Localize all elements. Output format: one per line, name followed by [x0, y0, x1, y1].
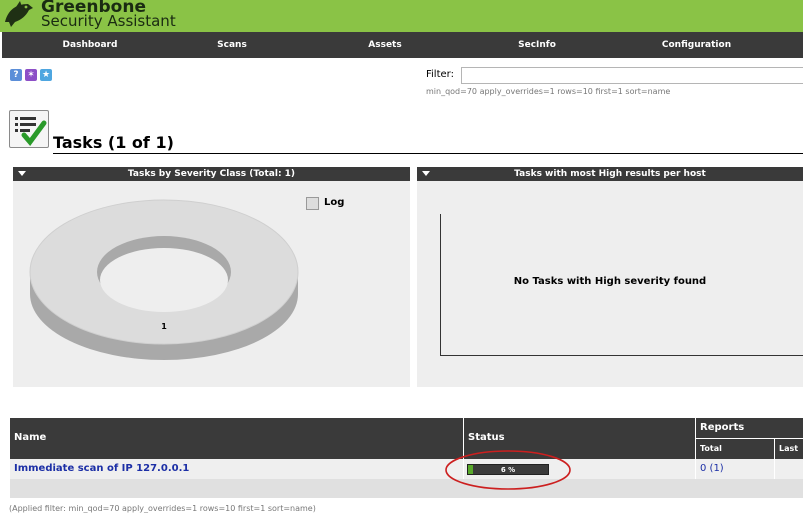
severity-donut-chart: 1 — [29, 199, 299, 360]
chart-x-axis — [440, 355, 803, 356]
greenbone-dragon-logo-icon — [5, 1, 33, 27]
brand-subtitle: Security Assistant — [41, 12, 176, 30]
severity-panel-header: Tasks by Severity Class (Total: 1) — [13, 167, 410, 181]
severity-panel-title: Tasks by Severity Class (Total: 1) — [127, 169, 296, 179]
high-results-panel-title: Tasks with most High results per host — [514, 169, 706, 179]
no-high-tasks-message: No Tasks with High severity found — [513, 276, 707, 287]
filter-label: Filter: — [426, 69, 454, 80]
donut-slice-label: 1 — [161, 322, 167, 331]
column-header-reports-last[interactable]: Last — [775, 439, 803, 459]
high-results-panel-header: Tasks with most High results per host — [417, 167, 803, 181]
column-separator — [774, 459, 775, 479]
nav-dashboard[interactable]: Dashboard — [2, 40, 178, 50]
new-task-star-icon[interactable]: ★ — [40, 69, 52, 81]
help-icon[interactable]: ? — [10, 69, 22, 81]
main-nav: Dashboard Scans Assets SecInfo Configura… — [2, 32, 803, 58]
applied-filter-footer: (Applied filter: min_qod=70 apply_overri… — [9, 504, 316, 513]
column-separator — [695, 459, 696, 479]
task-reports-link[interactable]: 0 (1) — [700, 463, 724, 474]
legend-swatch-log — [306, 197, 319, 210]
donut-hole — [100, 248, 228, 312]
nav-configuration[interactable]: Configuration — [590, 40, 803, 50]
collapse-caret-icon[interactable] — [422, 171, 430, 176]
title-divider — [53, 153, 803, 154]
filter-input[interactable] — [461, 67, 803, 84]
nav-assets[interactable]: Assets — [286, 40, 484, 50]
column-header-reports: Reports — [696, 418, 803, 438]
annotation-ellipse — [445, 450, 571, 490]
nav-scans[interactable]: Scans — [178, 40, 286, 50]
app-header: Greenbone Security Assistant — [0, 0, 803, 32]
tasks-icon — [9, 110, 49, 148]
nav-secinfo[interactable]: SecInfo — [484, 40, 590, 50]
collapse-caret-icon[interactable] — [18, 171, 26, 176]
column-header-reports-total[interactable]: Total — [696, 439, 774, 459]
filter-applied-text: min_qod=70 apply_overrides=1 rows=10 fir… — [426, 87, 671, 96]
column-header-name[interactable]: Name — [10, 418, 463, 459]
page-title: Tasks (1 of 1) — [53, 133, 174, 152]
legend-label-log: Log — [324, 197, 345, 208]
new-task-wizard-icon[interactable]: ✶ — [25, 69, 37, 81]
task-name-link[interactable]: Immediate scan of IP 127.0.0.1 — [14, 463, 189, 474]
table-footer-row — [10, 479, 803, 498]
